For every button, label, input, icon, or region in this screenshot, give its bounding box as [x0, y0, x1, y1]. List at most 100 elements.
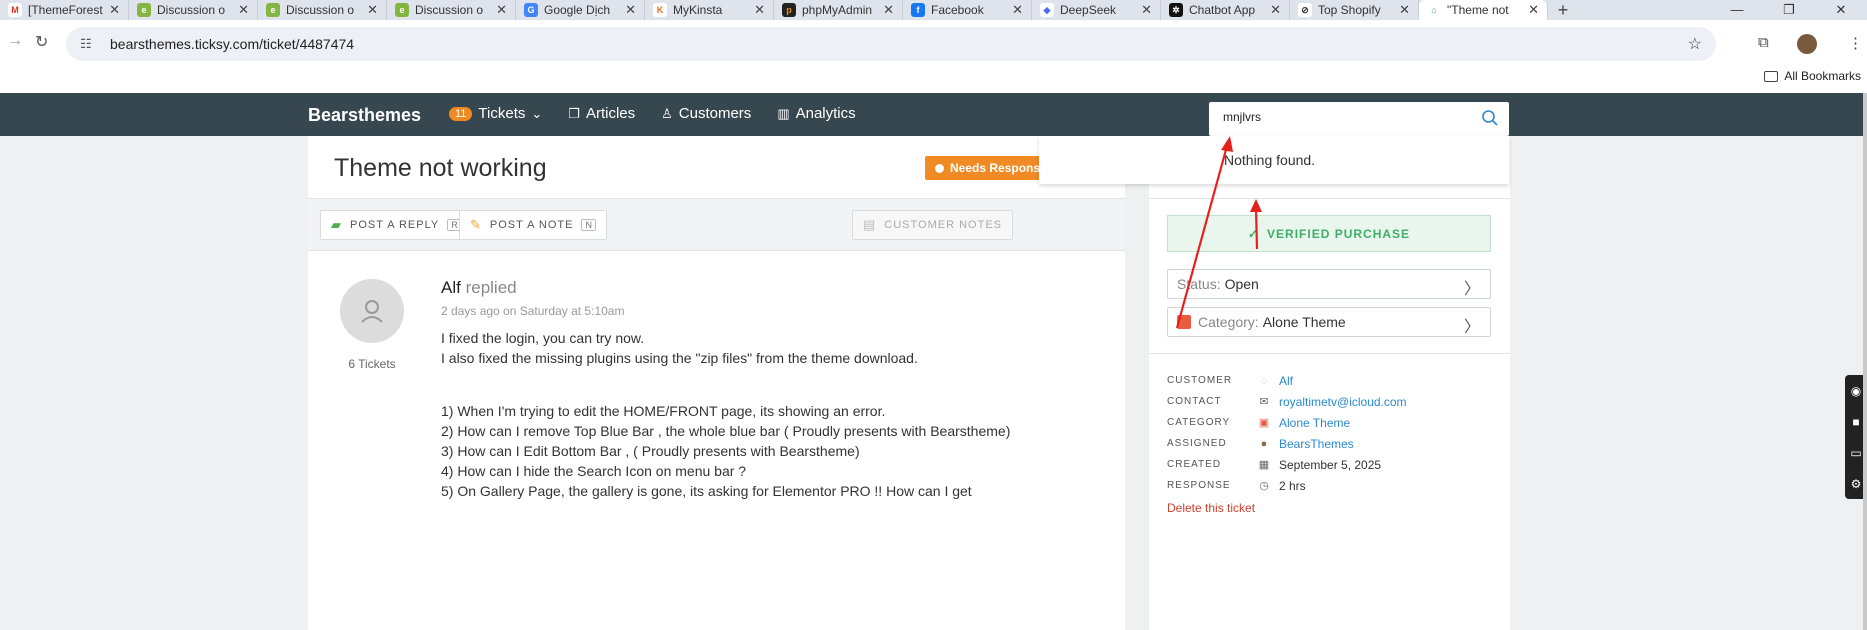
tab-title: Facebook	[931, 3, 984, 17]
status-badge[interactable]: Needs Response	[925, 156, 1057, 180]
close-tab-icon[interactable]: ✕	[367, 2, 378, 18]
post-reply-label: POST A REPLY	[350, 219, 440, 231]
close-tab-icon[interactable]: ✕	[883, 2, 894, 18]
bookmark-star-icon[interactable]: ☆	[1688, 34, 1702, 54]
close-tab-icon[interactable]: ✕	[1270, 2, 1281, 18]
forward-icon[interactable]: →	[7, 32, 23, 50]
status-select[interactable]: Status: Open 〉	[1167, 269, 1491, 299]
url-text: bearsthemes.ticksy.com/ticket/4487474	[110, 36, 355, 52]
meta-key: CATEGORY	[1167, 417, 1231, 428]
nav-customers[interactable]: ♙ Customers	[661, 105, 751, 122]
nav-tickets-label: Tickets	[478, 105, 526, 122]
browser-tab[interactable]: p phpMyAdmin ✕	[774, 0, 903, 20]
browser-tab[interactable]: e Discussion o ✕	[387, 0, 516, 20]
all-bookmarks-button[interactable]: All Bookmarks	[1764, 69, 1861, 83]
user-silhouette-icon	[361, 300, 383, 323]
meta-value[interactable]: BearsThemes	[1279, 437, 1354, 451]
nav-analytics-label: Analytics	[795, 105, 856, 122]
gear-icon[interactable]: ⚙	[1851, 477, 1862, 491]
browser-tab[interactable]: ◆ DeepSeek ✕	[1032, 0, 1161, 20]
phpmyadmin-icon: p	[782, 3, 796, 17]
nav-articles-label: Articles	[585, 105, 636, 122]
post-reply-button[interactable]: ▰ POST A REPLY R	[320, 210, 473, 240]
bar-chart-icon: ▥	[777, 105, 790, 121]
post-note-button[interactable]: ✎ POST A NOTE N	[459, 210, 607, 240]
close-tab-icon[interactable]: ✕	[109, 2, 120, 18]
google-translate-icon: G	[524, 3, 538, 17]
close-tab-icon[interactable]: ✕	[238, 2, 249, 18]
nav-articles[interactable]: ❐ Articles	[568, 105, 635, 122]
video-icon[interactable]: ■	[1852, 415, 1859, 429]
category-select[interactable]: Category: Alone Theme 〉	[1167, 307, 1491, 337]
check-icon: ✓	[1247, 226, 1260, 241]
close-tab-icon[interactable]: ✕	[1141, 2, 1152, 18]
brand-logo[interactable]: Bearsthemes	[308, 105, 421, 126]
customer-notes-button[interactable]: ▤ CUSTOMER NOTES	[852, 210, 1013, 240]
reply-author-name[interactable]: Alf	[441, 278, 461, 297]
new-tab-button[interactable]: +	[1548, 0, 1578, 21]
bear-avatar-icon: ●	[1260, 437, 1268, 450]
browser-menu-icon[interactable]: ⋮	[1848, 34, 1863, 52]
search-icon[interactable]	[1481, 109, 1499, 127]
close-tab-icon[interactable]: ✕	[1399, 2, 1410, 18]
bookmarks-bar: All Bookmarks	[0, 68, 1867, 93]
browser-tab[interactable]: e Discussion o ✕	[258, 0, 387, 20]
tab-list: M [ThemeForest ✕ e Discussion o ✕ e Discussion …	[0, 0, 1548, 20]
ticket-actions: ▰ POST A REPLY R ✎ POST A NOTE N ▤ CUSTO…	[308, 199, 1125, 251]
close-tab-icon[interactable]: ✕	[625, 2, 636, 18]
page-scrollbar[interactable]	[1863, 93, 1867, 630]
screen-icon[interactable]: ▭	[1850, 446, 1861, 460]
browser-tab[interactable]: M [ThemeForest ✕	[0, 0, 129, 20]
browser-tab[interactable]: e Discussion o ✕	[129, 0, 258, 20]
browser-tab[interactable]: K MyKinsta ✕	[645, 0, 774, 20]
camera-icon[interactable]: ◉	[1851, 384, 1861, 398]
shortcut-key: N	[581, 219, 596, 231]
browser-tab[interactable]: f Facebook ✕	[903, 0, 1032, 20]
close-tab-icon[interactable]: ✕	[1528, 2, 1539, 18]
profile-avatar[interactable]	[1797, 34, 1817, 54]
reload-icon[interactable]: ↻	[35, 32, 48, 52]
sidebar-divider	[1149, 353, 1510, 354]
verified-purchase-badge: ✓ VERIFIED PURCHASE	[1167, 215, 1491, 252]
meta-value[interactable]: Alone Theme	[1279, 416, 1350, 430]
reply-timestamp: 2 days ago on Saturday at 5:10am	[441, 304, 625, 318]
nav-customers-label: Customers	[678, 105, 752, 122]
ticksy-icon: ⌂	[1427, 3, 1441, 17]
close-window-icon[interactable]: ✕	[1815, 0, 1867, 20]
minimize-icon[interactable]: —	[1711, 0, 1763, 20]
ticket-title-bar: Theme not working Needs Response	[308, 136, 1125, 199]
site-info-icon[interactable]: ☷	[80, 36, 96, 52]
meta-value[interactable]: Alf	[1279, 374, 1293, 388]
status-select-value: Open	[1224, 276, 1259, 292]
close-tab-icon[interactable]: ✕	[1012, 2, 1023, 18]
chatbot-icon: ✲	[1169, 3, 1183, 17]
tab-title: Discussion o	[415, 3, 484, 17]
status-badge-label: Needs Response	[950, 161, 1047, 175]
search-input[interactable]	[1223, 110, 1463, 124]
restore-icon[interactable]: ❐	[1763, 0, 1815, 20]
app-header: Bearsthemes 11 Tickets ⌄ ❐ Articles ♙ Cu…	[0, 93, 1867, 136]
kinsta-icon: K	[653, 3, 667, 17]
browser-tab[interactable]: G Google Dịch ✕	[516, 0, 645, 20]
nav-analytics[interactable]: ▥ Analytics	[777, 105, 855, 122]
browser-tab[interactable]: ⊘ Top Shopify ✕	[1290, 0, 1419, 20]
avatar[interactable]	[340, 279, 404, 343]
delete-ticket-link[interactable]: Delete this ticket	[1167, 501, 1255, 515]
search-empty-message: Nothing found.	[1224, 152, 1316, 168]
browser-tab[interactable]: ⌂ "Theme not ✕	[1419, 0, 1548, 20]
shopify-icon: ⊘	[1298, 3, 1312, 17]
pencil-icon: ✎	[470, 217, 482, 232]
search-results-dropdown: Nothing found.	[1039, 136, 1509, 184]
author-ticket-count[interactable]: 6 Tickets	[340, 357, 404, 371]
close-tab-icon[interactable]: ✕	[754, 2, 765, 18]
meta-value: 2 hrs	[1279, 478, 1306, 493]
meta-key: CONTACT	[1167, 396, 1222, 407]
tab-title: MyKinsta	[673, 3, 723, 17]
envato-icon: e	[395, 3, 409, 17]
browser-tab[interactable]: ✲ Chatbot App ✕	[1161, 0, 1290, 20]
close-tab-icon[interactable]: ✕	[496, 2, 507, 18]
extensions-icon[interactable]: ⧉	[1758, 34, 1769, 51]
nav-tickets[interactable]: 11 Tickets ⌄	[449, 105, 542, 122]
url-field[interactable]: ☷ bearsthemes.ticksy.com/ticket/4487474 …	[66, 27, 1716, 61]
meta-value[interactable]: royaltimetv@icloud.com	[1279, 395, 1407, 409]
